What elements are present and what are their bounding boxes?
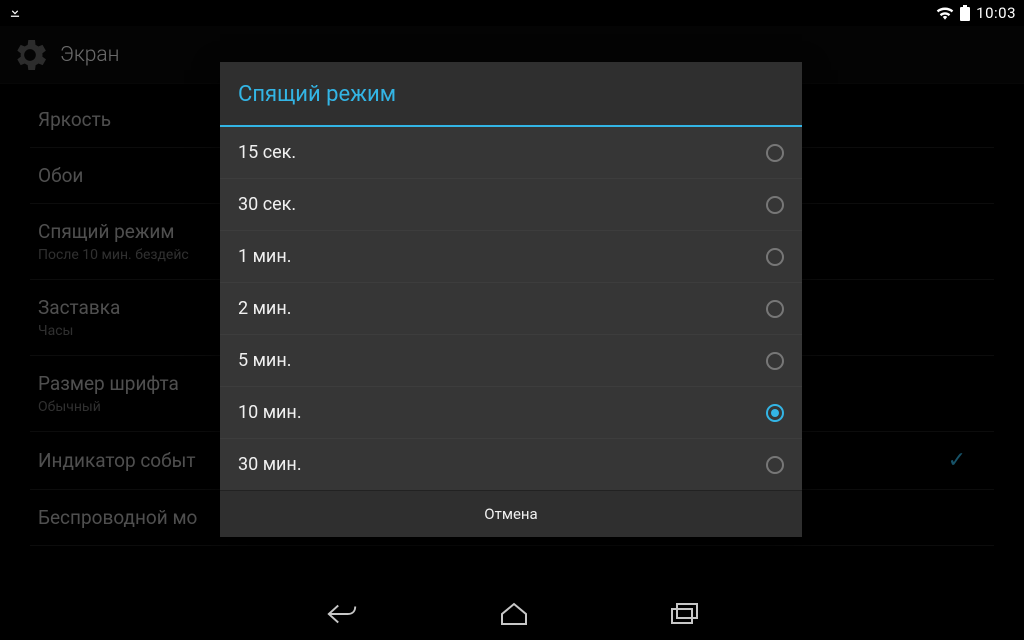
radio-icon bbox=[766, 456, 784, 474]
sleep-option[interactable]: 10 мин. bbox=[220, 387, 802, 439]
option-label: 5 мин. bbox=[238, 350, 291, 371]
radio-icon bbox=[766, 300, 784, 318]
sleep-option[interactable]: 5 мин. bbox=[220, 335, 802, 387]
radio-icon bbox=[766, 352, 784, 370]
dialog-title: Спящий режим bbox=[220, 62, 802, 127]
sleep-option[interactable]: 2 мин. bbox=[220, 283, 802, 335]
option-label: 30 мин. bbox=[238, 454, 302, 475]
back-icon[interactable] bbox=[325, 601, 359, 627]
dialog-options: 15 сек. 30 сек. 1 мин. 2 мин. 5 мин. 10 мин. 3… bbox=[220, 127, 802, 491]
cancel-button[interactable]: Отмена bbox=[220, 491, 802, 537]
wifi-icon bbox=[936, 6, 954, 20]
option-label: 2 мин. bbox=[238, 298, 291, 319]
sleep-option[interactable]: 15 сек. bbox=[220, 127, 802, 179]
radio-icon bbox=[766, 196, 784, 214]
home-icon[interactable] bbox=[499, 601, 529, 627]
battery-icon bbox=[960, 5, 970, 21]
sleep-dialog: Спящий режим 15 сек. 30 сек. 1 мин. 2 мин. 5… bbox=[220, 62, 802, 537]
option-label: 15 сек. bbox=[238, 142, 296, 163]
radio-icon bbox=[766, 248, 784, 266]
option-label: 1 мин. bbox=[238, 246, 291, 267]
download-icon bbox=[8, 4, 22, 22]
sleep-option[interactable]: 30 мин. bbox=[220, 439, 802, 491]
status-clock: 10:03 bbox=[976, 4, 1016, 22]
option-label: 10 мин. bbox=[238, 402, 302, 423]
sleep-option[interactable]: 1 мин. bbox=[220, 231, 802, 283]
radio-icon bbox=[766, 404, 784, 422]
option-label: 30 сек. bbox=[238, 194, 296, 215]
sleep-option[interactable]: 30 сек. bbox=[220, 179, 802, 231]
nav-bar bbox=[0, 588, 1024, 640]
status-bar: 10:03 bbox=[0, 0, 1024, 26]
radio-icon bbox=[766, 144, 784, 162]
recent-apps-icon[interactable] bbox=[669, 602, 699, 626]
